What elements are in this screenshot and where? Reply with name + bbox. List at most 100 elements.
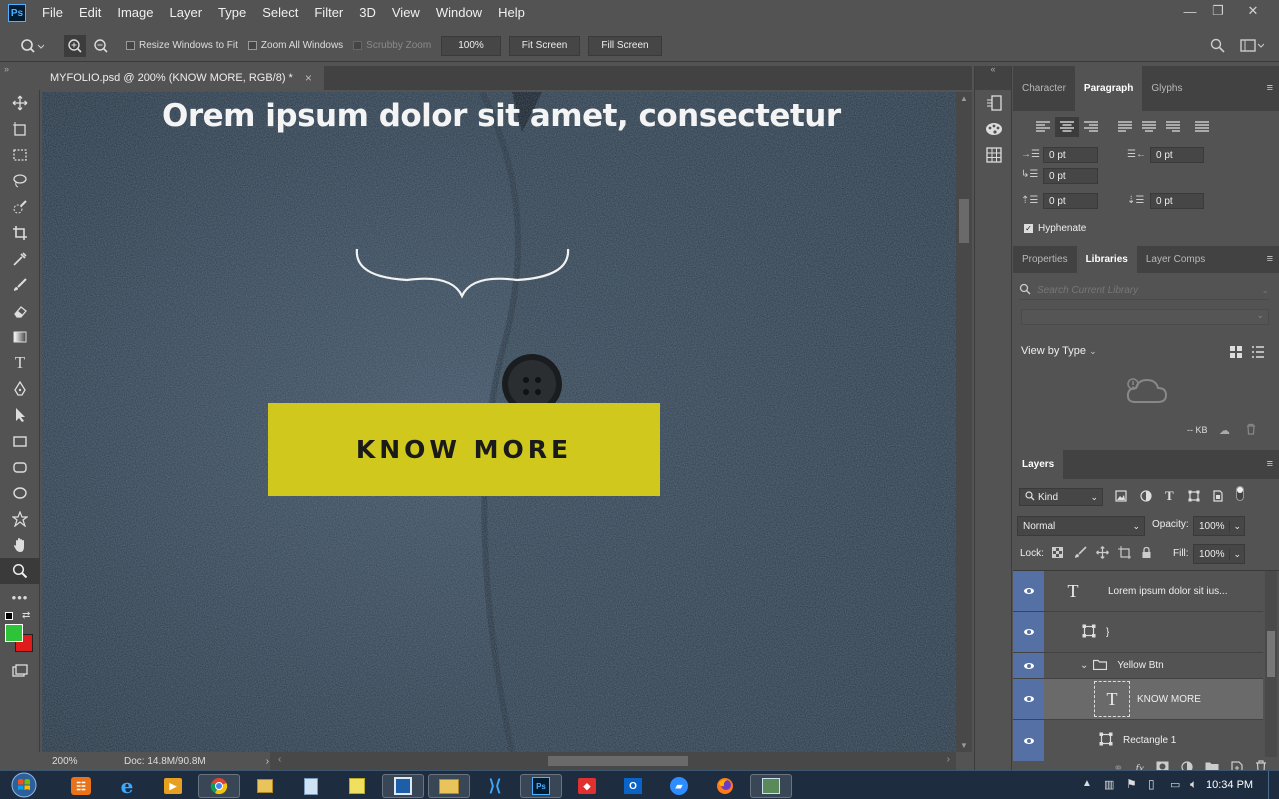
opacity-field[interactable]: 100% ⌄ (1193, 516, 1245, 536)
filter-pixel-icon[interactable] (1115, 490, 1127, 505)
view-by-type-dropdown[interactable]: View by Type ⌄ (1021, 345, 1097, 357)
foreground-color-swatch[interactable] (5, 624, 23, 642)
cloud-sync-icon[interactable]: ☁ (1219, 424, 1230, 437)
tray-network-icon[interactable]: ▥ (1104, 778, 1114, 791)
menu-layer[interactable]: Layer (162, 0, 211, 26)
tab-layers[interactable]: Layers (1013, 450, 1064, 479)
justify-center-icon[interactable] (1137, 117, 1161, 137)
swap-colors-icon[interactable]: ⇄ (22, 610, 30, 621)
path-select-icon[interactable] (0, 402, 40, 428)
minimize-button[interactable]: — (1175, 0, 1205, 22)
layer-name[interactable]: Lorem ipsum dolor sit ius... (1108, 586, 1228, 597)
tab-libraries[interactable]: Libraries (1076, 246, 1137, 273)
horizontal-scroll-thumb[interactable] (548, 756, 688, 766)
eraser-icon[interactable] (0, 298, 40, 324)
menu-filter[interactable]: Filter (306, 0, 351, 26)
lock-all-icon[interactable] (1141, 546, 1152, 562)
start-button[interactable] (6, 772, 42, 798)
ellipse-icon[interactable] (0, 480, 40, 506)
lasso-icon[interactable] (0, 168, 40, 194)
internet-explorer-icon[interactable]: e (106, 774, 148, 798)
space-after-field[interactable]: 0 pt (1150, 193, 1204, 209)
lock-image-icon[interactable] (1074, 546, 1087, 562)
filter-toggle[interactable] (1236, 486, 1244, 501)
zoom-all-windows-checkbox[interactable]: Zoom All Windows (247, 40, 343, 51)
chevron-down-icon[interactable]: ⌄ (1080, 660, 1088, 671)
swatches-grid-icon[interactable] (975, 142, 1013, 168)
quick-select-icon[interactable] (0, 194, 40, 220)
rounded-rect-icon[interactable] (0, 454, 40, 480)
visibility-eye-icon[interactable] (1013, 571, 1044, 611)
hyphenate-checkbox[interactable]: ✓ Hyphenate (1024, 223, 1086, 234)
panel-menu-icon[interactable]: ≡ (1267, 82, 1273, 94)
menu-type[interactable]: Type (210, 0, 254, 26)
filter-smart-object-icon[interactable] (1212, 490, 1224, 505)
hand-icon[interactable] (0, 532, 40, 558)
group-row[interactable]: ⌄ Yellow Btn (1013, 653, 1263, 679)
blend-mode-dropdown[interactable]: Normal ⌄ (1017, 516, 1145, 536)
layer-row[interactable]: } (1013, 612, 1263, 653)
filter-shape-icon[interactable] (1188, 490, 1200, 505)
menu-image[interactable]: Image (109, 0, 161, 26)
menu-help[interactable]: Help (490, 0, 533, 26)
visibility-eye-icon[interactable] (1013, 720, 1044, 761)
taskbar-app-orange-icon[interactable]: ☷ (60, 774, 102, 798)
history-icon[interactable] (975, 90, 1013, 116)
color-swatches[interactable]: ⇄ (0, 610, 40, 658)
zoom-icon[interactable] (0, 558, 40, 584)
vertical-scrollbar[interactable]: ▲ ▼ (956, 92, 972, 752)
photoshop-taskbar-icon[interactable]: Ps (520, 774, 562, 798)
resize-windows-checkbox[interactable]: Resize Windows to Fit (126, 40, 238, 51)
trash-icon[interactable] (1245, 423, 1257, 438)
color-palette-icon[interactable] (975, 116, 1013, 142)
zoom-100-button[interactable]: 100% (441, 35, 501, 56)
zoom-out-icon[interactable] (90, 35, 112, 57)
indent-left-field[interactable]: 0 pt (1043, 147, 1098, 163)
layer-name[interactable]: KNOW MORE (1137, 694, 1201, 705)
horizontal-scrollbar[interactable]: ‹ › (270, 752, 956, 770)
tab-glyphs[interactable]: Glyphs (1142, 66, 1191, 111)
move-icon[interactable] (0, 90, 40, 116)
media-player-icon[interactable]: ▶ (152, 774, 194, 798)
lock-position-icon[interactable] (1096, 546, 1109, 562)
layer-name[interactable]: } (1106, 627, 1109, 638)
tab-properties[interactable]: Properties (1013, 246, 1077, 273)
gradient-icon[interactable] (0, 324, 40, 350)
workspace-icon[interactable] (1240, 38, 1265, 57)
layer-row[interactable]: Rectangle 1 (1013, 720, 1263, 761)
justify-right-icon[interactable] (1161, 117, 1185, 137)
vscode-icon[interactable]: ⟩⟨ (474, 774, 516, 798)
artboard-icon[interactable] (0, 116, 40, 142)
clock-time[interactable]: 10:34 PM (1206, 779, 1253, 791)
layers-menu-icon[interactable]: ≡ (1267, 458, 1273, 470)
align-right-icon[interactable] (1079, 117, 1103, 137)
indent-right-field[interactable]: 0 pt (1150, 147, 1204, 163)
menu-edit[interactable]: Edit (71, 0, 109, 26)
layer-name[interactable]: Yellow Btn (1117, 660, 1163, 671)
library-select[interactable]: ⌄ (1021, 309, 1269, 325)
menu-select[interactable]: Select (254, 0, 306, 26)
collapse-toolbar-icon[interactable]: » (4, 64, 9, 74)
red-app-icon[interactable]: ◆ (566, 774, 608, 798)
close-tab-icon[interactable]: × (305, 71, 312, 85)
volume-icon[interactable]: 🔈︎ (1190, 777, 1197, 792)
filter-adjustment-icon[interactable] (1140, 490, 1152, 505)
grid-view-icon[interactable] (1229, 345, 1243, 362)
menu-window[interactable]: Window (428, 0, 490, 26)
fill-field[interactable]: 100% ⌄ (1193, 544, 1245, 564)
document-canvas[interactable]: Orem ipsum dolor sit amet, consectetur K… (42, 92, 956, 752)
tab-paragraph[interactable]: Paragraph (1074, 66, 1143, 111)
layer-name[interactable]: Rectangle 1 (1123, 735, 1176, 746)
zoom-app-icon[interactable]: ▰ (658, 774, 700, 798)
menu-3d[interactable]: 3D (351, 0, 384, 26)
close-window-button[interactable]: ✕ (1238, 0, 1268, 22)
show-desktop-button[interactable] (1268, 771, 1279, 799)
tab-layer-comps[interactable]: Layer Comps (1137, 246, 1214, 273)
document-tab[interactable]: MYFOLIO.psd @ 200% (KNOW MORE, RGB/8) * … (42, 66, 324, 90)
list-view-icon[interactable] (1251, 345, 1265, 362)
tray-power-icon[interactable]: ▯ (1148, 777, 1155, 791)
zoom-tool-preset-icon[interactable] (20, 38, 50, 54)
know-more-button[interactable]: KNOW MORE (268, 403, 660, 496)
restore-button[interactable]: ❐ (1203, 0, 1233, 22)
menu-view[interactable]: View (384, 0, 428, 26)
